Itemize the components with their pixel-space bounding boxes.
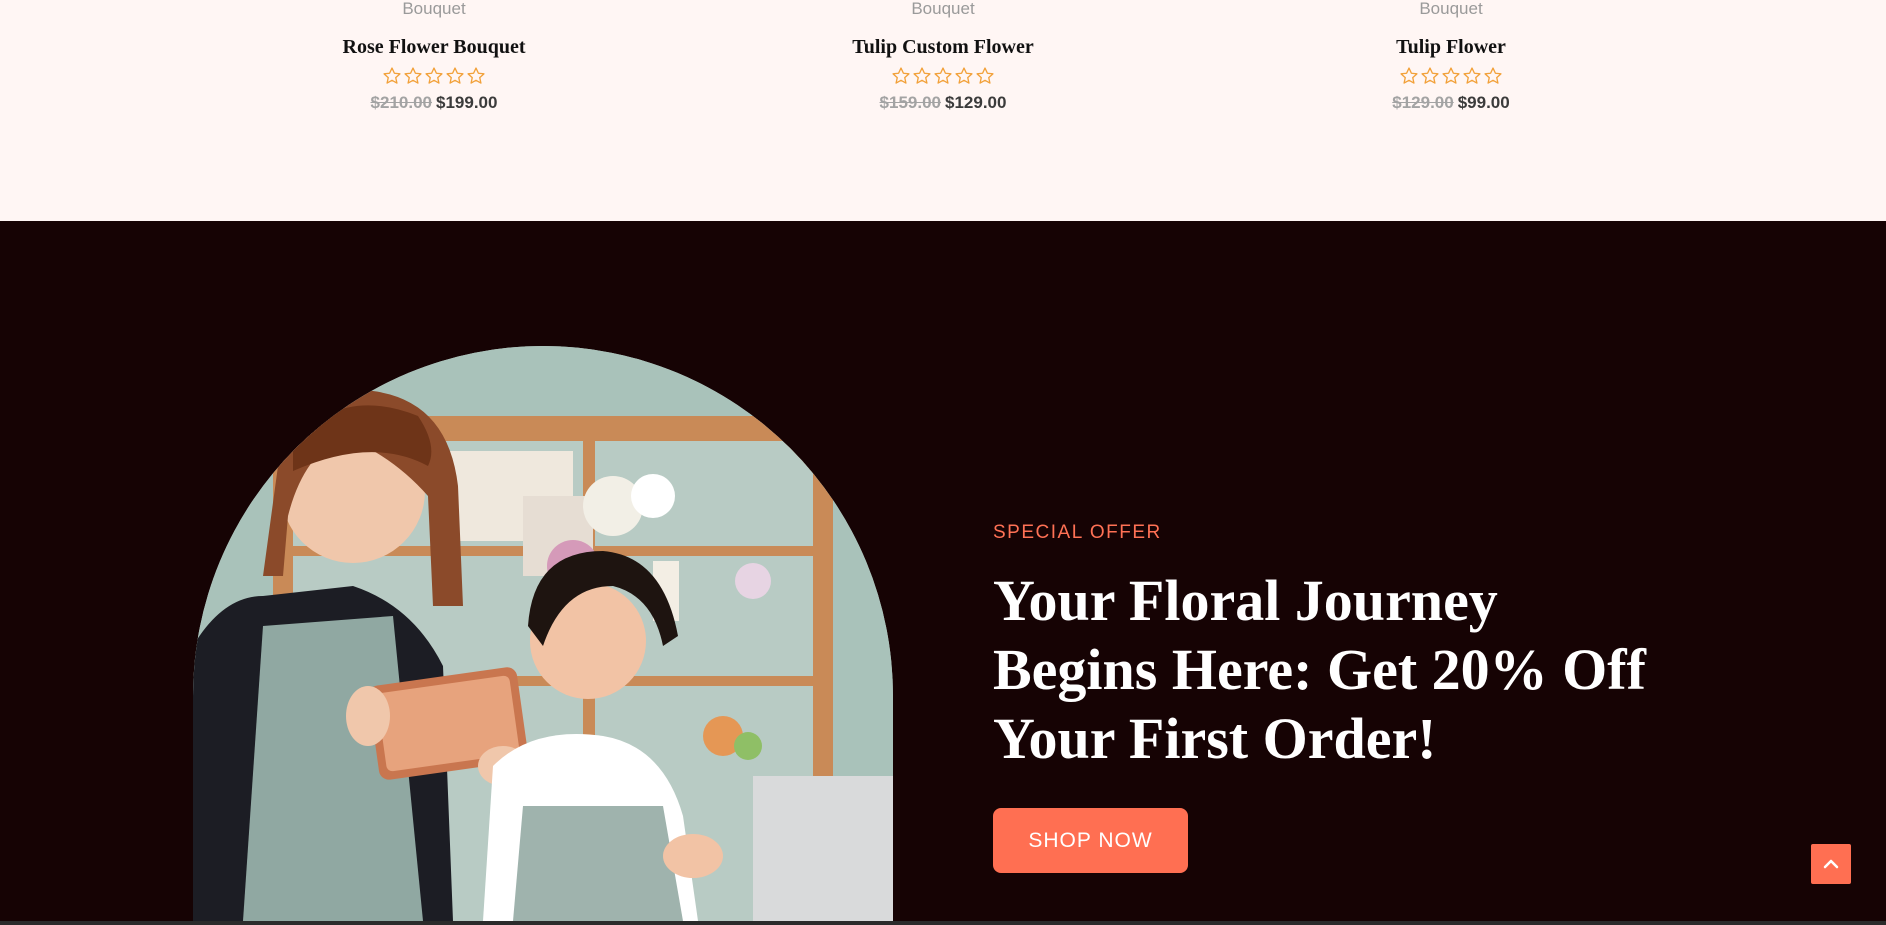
offer-eyebrow: SPECIAL OFFER	[993, 522, 1162, 543]
product-card[interactable]: Bouquet Rose Flower Bouquet $210.00 $199.…	[234, 0, 634, 113]
star-rating	[1251, 66, 1651, 88]
page: Bouquet Rose Flower Bouquet $210.00 $199.…	[0, 0, 1886, 925]
product-title[interactable]: Tulip Flower	[1251, 36, 1651, 58]
sale-price: $129.00	[945, 93, 1007, 112]
star-outline-icon	[404, 67, 422, 84]
product-price: $159.00 $129.00	[743, 93, 1143, 113]
florists-illustration	[193, 346, 893, 921]
star-outline-icon	[1400, 67, 1418, 84]
headline-line: Begins Here: Get 20% Off	[993, 637, 1646, 702]
product-card[interactable]: Bouquet Tulip Flower $129.00 $99.00	[1251, 0, 1651, 113]
offer-headline: Your Floral Journey Begins Here: Get 20%…	[993, 566, 1693, 773]
old-price: $210.00	[370, 93, 432, 112]
product-title[interactable]: Rose Flower Bouquet	[234, 36, 634, 58]
product-category[interactable]: Bouquet	[743, 0, 1143, 18]
special-offer-section: SPECIAL OFFER Your Floral Journey Begins…	[0, 221, 1886, 921]
star-outline-icon	[467, 67, 485, 84]
star-outline-icon	[934, 67, 952, 84]
sale-price: $99.00	[1457, 93, 1510, 112]
old-price: $159.00	[879, 93, 941, 112]
product-card[interactable]: Bouquet Tulip Custom Flower $159.00 $129.…	[743, 0, 1143, 113]
product-price: $210.00 $199.00	[234, 93, 634, 113]
product-title[interactable]: Tulip Custom Flower	[743, 36, 1143, 58]
star-outline-icon	[425, 67, 443, 84]
scroll-to-top-button[interactable]	[1811, 844, 1851, 884]
product-category[interactable]: Bouquet	[234, 0, 634, 18]
star-outline-icon	[1463, 67, 1481, 84]
headline-line: Your First Order!	[993, 706, 1437, 771]
product-grid: Bouquet Rose Flower Bouquet $210.00 $199.…	[0, 0, 1886, 221]
star-outline-icon	[892, 67, 910, 84]
star-outline-icon	[913, 67, 931, 84]
star-rating	[234, 66, 634, 88]
star-outline-icon	[1442, 67, 1460, 84]
sale-price: $199.00	[436, 93, 498, 112]
bottom-edge	[0, 921, 1886, 925]
product-price: $129.00 $99.00	[1251, 93, 1651, 113]
star-outline-icon	[976, 67, 994, 84]
star-outline-icon	[955, 67, 973, 84]
star-outline-icon	[1421, 67, 1439, 84]
star-outline-icon	[383, 67, 401, 84]
florists-photo	[193, 346, 893, 921]
product-category[interactable]: Bouquet	[1251, 0, 1651, 18]
chevron-up-icon	[1823, 859, 1839, 869]
headline-line: Your Floral Journey	[993, 568, 1498, 633]
star-rating	[743, 66, 1143, 88]
shop-now-button[interactable]: SHOP NOW	[993, 808, 1188, 873]
star-outline-icon	[1484, 67, 1502, 84]
star-outline-icon	[446, 67, 464, 84]
old-price: $129.00	[1392, 93, 1454, 112]
